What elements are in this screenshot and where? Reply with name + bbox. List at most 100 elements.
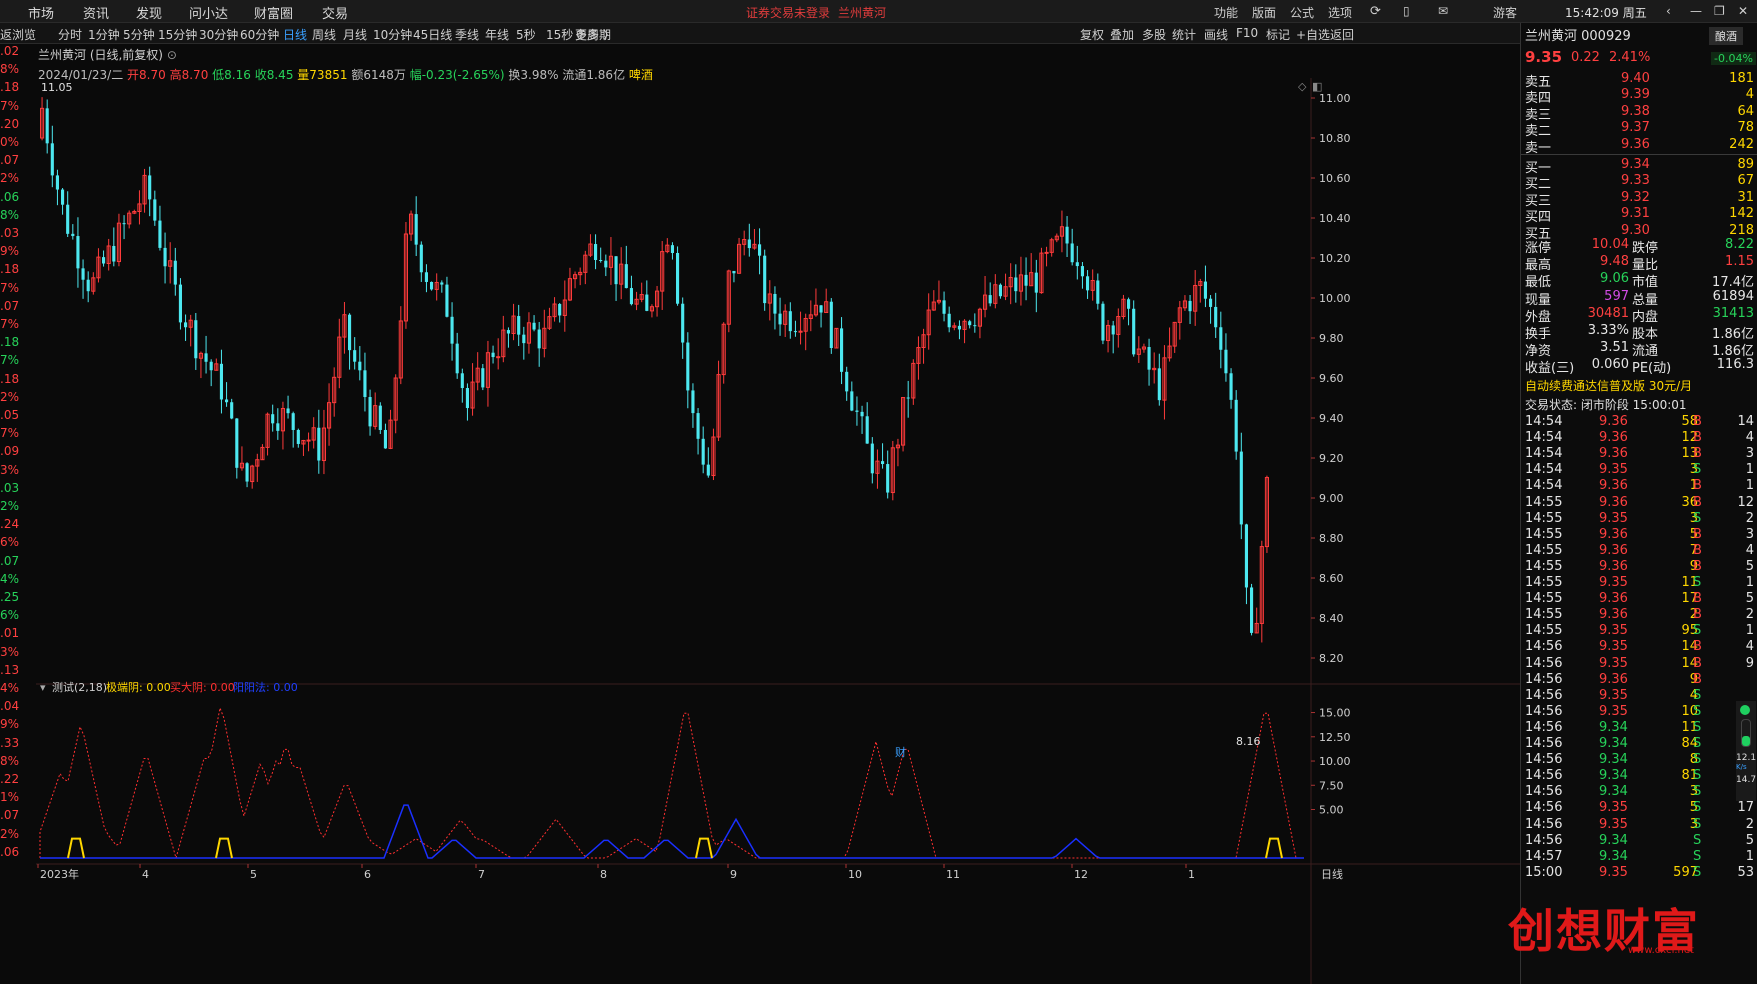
tick-price: 9.36 <box>1599 414 1628 429</box>
chart-tool-2[interactable]: 多股 <box>1142 26 1166 43</box>
diamond-icon[interactable]: ◇ <box>1298 80 1307 93</box>
back-arrow-icon[interactable]: ‹ <box>1666 4 1671 18</box>
period-tab-5[interactable]: 60分钟 <box>240 26 279 43</box>
left-strip-value: 0% <box>0 135 20 149</box>
chart-tool-4[interactable]: 画线 <box>1204 26 1228 43</box>
menu-trade[interactable]: 交易 <box>322 3 348 22</box>
tool-formula[interactable]: 公式 <box>1290 4 1314 21</box>
candle-body <box>102 257 106 264</box>
tick-price: 9.35 <box>1599 575 1628 590</box>
tick-side: S <box>1693 864 1702 880</box>
period-tab-11[interactable]: 季线 <box>455 26 479 43</box>
candle-body <box>1065 226 1069 244</box>
tick-time: 14:55 <box>1525 591 1563 607</box>
order-book-row[interactable]: 卖三 9.38 64 <box>1521 104 1757 123</box>
period-tab-0[interactable]: 分时 <box>58 26 82 43</box>
kline-chart[interactable]: 11.00 10.80 10.60 10.40 10.20 10.00 9.80 9.60 9.… <box>36 78 1520 984</box>
price-tick-label: 9.00 <box>1319 492 1344 505</box>
candle-body <box>599 259 603 261</box>
period-tab-7[interactable]: 周线 <box>312 26 336 43</box>
order-book-row[interactable]: 卖一 9.36 242 <box>1521 136 1757 156</box>
sector-button[interactable]: 酿酒 <box>1709 27 1743 45</box>
close-icon[interactable]: ✕ <box>1738 4 1748 18</box>
tool-function[interactable]: 功能 <box>1214 4 1238 21</box>
phone-icon[interactable]: ▯ <box>1403 4 1410 18</box>
left-value-strip: .02 8% .18 7% .20 0% .07 2% .06 8% .03 9% .18 7% .07 7%… <box>0 44 36 984</box>
promo-banner[interactable]: 自动续费通达信普及版 30元/月 <box>1525 377 1692 394</box>
candle-body <box>358 361 362 371</box>
user-label[interactable]: 游客 <box>1493 4 1517 21</box>
chart-tool-1[interactable]: 叠加 <box>1110 26 1134 43</box>
period-tab-10[interactable]: 45日线 <box>413 26 452 43</box>
stat-label: 换手 <box>1525 327 1552 342</box>
candle-body <box>624 264 628 289</box>
minimize-icon[interactable]: — <box>1690 4 1702 18</box>
left-strip-value: 8% <box>0 207 20 222</box>
candle-body <box>1096 280 1100 304</box>
menu-wealth-circle[interactable]: 财富圈 <box>254 3 293 22</box>
candle-body <box>1229 373 1233 400</box>
chart-tool-8[interactable]: 返回 <box>1330 26 1354 43</box>
candle-body <box>424 272 428 282</box>
chart-tool-7[interactable]: +自选 <box>1296 26 1330 43</box>
restore-icon[interactable]: ❐ <box>1714 4 1725 18</box>
chart-tool-5[interactable]: F10 <box>1236 26 1258 40</box>
period-tab-16[interactable]: 更多 〉 <box>575 26 615 43</box>
menu-market[interactable]: 市场 <box>28 3 54 22</box>
period-tab-4[interactable]: 30分钟 <box>199 26 238 43</box>
tick-price: 9.36 <box>1599 446 1628 462</box>
tick-time: 14:56 <box>1525 671 1563 687</box>
stat-label: 市值 <box>1632 275 1659 291</box>
stat-label: 涨停 <box>1525 241 1552 256</box>
menu-assistant[interactable]: 问小达 <box>189 3 228 22</box>
tick-side: S <box>1693 768 1702 784</box>
period-tab-12[interactable]: 年线 <box>485 26 509 43</box>
period-tab-9[interactable]: 10分钟 <box>373 26 412 43</box>
order-book-row[interactable]: 卖五 9.40 181 <box>1521 71 1757 90</box>
period-tab-2[interactable]: 5分钟 <box>123 26 155 43</box>
candle-body <box>1244 524 1248 588</box>
period-tab-1[interactable]: 1分钟 <box>88 26 120 43</box>
order-book-row[interactable]: 买一 9.34 89 <box>1521 157 1757 176</box>
stock-notice[interactable]: 兰州黄河 <box>838 4 886 21</box>
chart-tool-0[interactable]: 复权 <box>1080 26 1104 43</box>
browse-button[interactable]: 返浏览 <box>0 26 36 43</box>
period-tab-3[interactable]: 15分钟 <box>158 26 197 43</box>
menu-discover[interactable]: 发现 <box>136 3 162 22</box>
left-strip-value: .07 <box>0 153 20 168</box>
order-book-row[interactable]: 买三 9.32 31 <box>1521 190 1757 209</box>
candle-body <box>773 293 777 314</box>
left-strip-value: .03 <box>0 480 20 495</box>
period-tab-6[interactable]: 日线 <box>283 26 307 43</box>
tick-price: 9.36 <box>1599 430 1628 446</box>
finance-marker[interactable]: 财 <box>895 745 906 759</box>
period-tab-14[interactable]: 15秒 <box>546 26 573 43</box>
mail-icon[interactable]: ✉ <box>1438 4 1448 18</box>
settings-icon[interactable]: ⊙ <box>167 48 177 62</box>
order-book-row[interactable]: 买二 9.33 67 <box>1521 173 1757 192</box>
collapse-icon[interactable]: ▾ <box>40 681 46 694</box>
login-notice[interactable]: 证券交易未登录 <box>746 4 830 21</box>
stock-name-code[interactable]: 兰州黄河 000929 <box>1525 25 1631 44</box>
tick-time: 14:54 <box>1525 478 1563 494</box>
candle-body <box>645 294 649 311</box>
order-volume: 242 <box>1729 136 1754 152</box>
order-book-row[interactable]: 卖二 9.37 78 <box>1521 120 1757 139</box>
candle-body <box>532 322 536 330</box>
tool-layout[interactable]: 版面 <box>1252 4 1276 21</box>
period-tab-13[interactable]: 5秒 <box>516 26 536 43</box>
tick-side: S <box>1693 462 1702 478</box>
menu-news[interactable]: 资讯 <box>83 3 109 22</box>
candle-body <box>758 244 762 256</box>
candle-body <box>1132 308 1136 355</box>
order-book-row[interactable]: 卖四 9.39 4 <box>1521 87 1757 106</box>
tool-options[interactable]: 选项 <box>1328 4 1352 21</box>
tick-time: 14:55 <box>1525 510 1563 526</box>
tick-side: S <box>1693 703 1702 719</box>
refresh-icon[interactable]: ⟳ <box>1370 4 1381 19</box>
period-tab-8[interactable]: 月线 <box>343 26 367 43</box>
expand-icon[interactable]: ◧ <box>1312 80 1322 93</box>
chart-tool-3[interactable]: 统计 <box>1172 26 1196 43</box>
order-book-row[interactable]: 买四 9.31 142 <box>1521 206 1757 225</box>
chart-tool-6[interactable]: 标记 <box>1266 26 1290 43</box>
